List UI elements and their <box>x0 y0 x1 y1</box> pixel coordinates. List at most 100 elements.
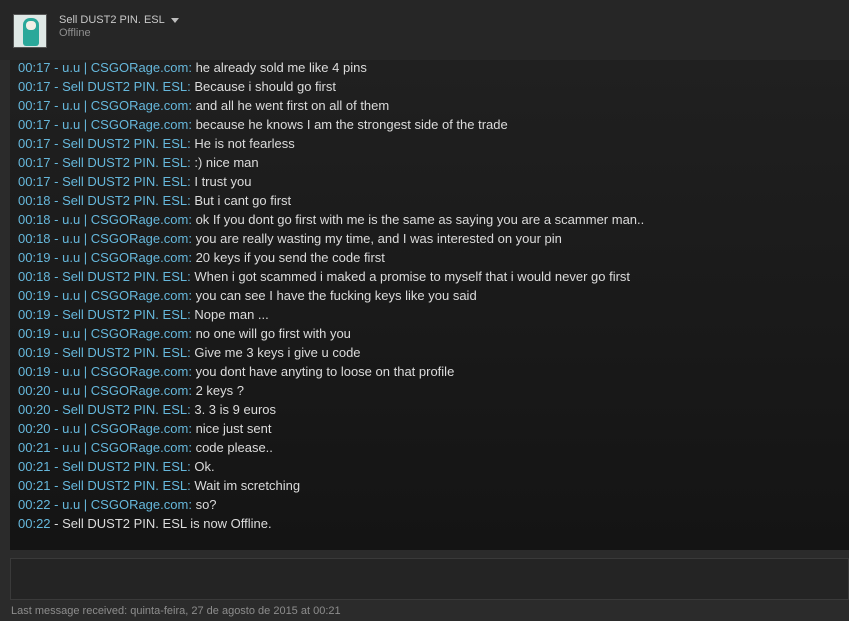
contact-name-label: Sell DUST2 PIN. ESL <box>59 14 165 26</box>
message-text: you are really wasting my time, and I wa… <box>195 231 562 246</box>
avatar[interactable] <box>13 14 47 48</box>
message-meta: 00:17 - u.u | CSGORage.com: <box>18 60 196 75</box>
message-sender[interactable]: u.u | CSGORage.com <box>62 250 188 265</box>
message-time: 00:21 <box>18 440 51 455</box>
message-text: 20 keys if you send the code first <box>195 250 385 265</box>
message-sender[interactable]: u.u | CSGORage.com <box>62 326 188 341</box>
message-sender[interactable]: Sell DUST2 PIN. ESL <box>62 478 187 493</box>
message-time: 00:19 <box>18 250 51 265</box>
chat-message: 00:17 - Sell DUST2 PIN. ESL: I trust you <box>18 172 644 191</box>
chat-message: 00:17 - u.u | CSGORage.com: because he k… <box>18 115 644 134</box>
chat-message: 00:22 - u.u | CSGORage.com: so? <box>18 495 644 514</box>
message-text: nice just sent <box>195 421 272 436</box>
message-sender[interactable]: Sell DUST2 PIN. ESL <box>62 193 187 208</box>
chat-message: 00:18 - u.u | CSGORage.com: ok If you do… <box>18 210 644 229</box>
message-text: Wait im scretching <box>194 478 301 493</box>
message-text: because he knows I am the strongest side… <box>195 117 508 132</box>
message-sender[interactable]: Sell DUST2 PIN. ESL <box>62 155 187 170</box>
message-time: 00:17 <box>18 136 51 151</box>
chat-message: 00:18 - Sell DUST2 PIN. ESL: When i got … <box>18 267 644 286</box>
chat-message: 00:20 - u.u | CSGORage.com: 2 keys ? <box>18 381 644 400</box>
message-meta: 00:19 - u.u | CSGORage.com: <box>18 326 196 341</box>
message-text: 3. 3 is 9 euros <box>194 402 276 417</box>
message-meta: 00:20 - u.u | CSGORage.com: <box>18 383 196 398</box>
message-time: 00:20 <box>18 402 51 417</box>
chat-message: 00:17 - Sell DUST2 PIN. ESL: :) nice man <box>18 153 644 172</box>
message-text: so? <box>195 497 217 512</box>
message-sender[interactable]: Sell DUST2 PIN. ESL <box>62 459 187 474</box>
contact-status: Offline <box>59 27 91 39</box>
message-meta: 00:20 - u.u | CSGORage.com: <box>18 421 196 436</box>
system-message-time: 00:22 <box>18 516 51 531</box>
message-sender[interactable]: Sell DUST2 PIN. ESL <box>62 269 187 284</box>
message-time: 00:17 <box>18 117 51 132</box>
message-sender[interactable]: u.u | CSGORage.com <box>62 98 188 113</box>
chat-message: 00:18 - u.u | CSGORage.com: you are real… <box>18 229 644 248</box>
message-text: you can see I have the fucking keys like… <box>195 288 477 303</box>
message-time: 00:18 <box>18 269 51 284</box>
chat-message: 00:19 - Sell DUST2 PIN. ESL: Nope man ..… <box>18 305 644 324</box>
message-text: Give me 3 keys i give u code <box>194 345 361 360</box>
message-text: Nope man ... <box>194 307 269 322</box>
message-meta: 00:21 - Sell DUST2 PIN. ESL: <box>18 478 195 493</box>
message-time: 00:18 <box>18 231 51 246</box>
message-text: Because i should go first <box>194 79 336 94</box>
message-time: 00:21 <box>18 478 51 493</box>
message-meta: 00:19 - u.u | CSGORage.com: <box>18 250 196 265</box>
message-meta: 00:19 - Sell DUST2 PIN. ESL: <box>18 345 195 360</box>
chat-log[interactable]: 00:17 - u.u | CSGORage.com: he already s… <box>10 60 849 550</box>
message-sender[interactable]: u.u | CSGORage.com <box>62 421 188 436</box>
message-time: 00:17 <box>18 155 51 170</box>
system-message: 00:22 - Sell DUST2 PIN. ESL is now Offli… <box>18 514 644 533</box>
message-time: 00:17 <box>18 174 51 189</box>
message-time: 00:17 <box>18 79 51 94</box>
message-sender[interactable]: u.u | CSGORage.com <box>62 231 188 246</box>
message-time: 00:20 <box>18 383 51 398</box>
message-sender[interactable]: Sell DUST2 PIN. ESL <box>62 79 187 94</box>
message-meta: 00:18 - Sell DUST2 PIN. ESL: <box>18 269 195 284</box>
last-message-received: Last message received: quinta-feira, 27 … <box>11 605 341 617</box>
message-sender[interactable]: u.u | CSGORage.com <box>62 440 188 455</box>
message-text: you dont have anyting to loose on that p… <box>195 364 455 379</box>
message-sender[interactable]: Sell DUST2 PIN. ESL <box>62 136 187 151</box>
message-sender[interactable]: u.u | CSGORage.com <box>62 60 188 75</box>
message-sender[interactable]: u.u | CSGORage.com <box>62 364 188 379</box>
message-input-container[interactable] <box>10 558 849 600</box>
message-time: 00:21 <box>18 459 51 474</box>
message-meta: 00:19 - Sell DUST2 PIN. ESL: <box>18 307 195 322</box>
avatar-face <box>26 21 36 30</box>
message-sender[interactable]: Sell DUST2 PIN. ESL <box>62 174 187 189</box>
message-time: 00:20 <box>18 421 51 436</box>
chevron-down-icon[interactable] <box>170 18 179 23</box>
chat-message: 00:17 - u.u | CSGORage.com: and all he w… <box>18 96 644 115</box>
message-meta: 00:17 - Sell DUST2 PIN. ESL: <box>18 174 195 189</box>
system-message-separator: - <box>50 516 63 531</box>
message-text: he already sold me like 4 pins <box>195 60 367 75</box>
chat-message: 00:19 - u.u | CSGORage.com: you dont hav… <box>18 362 644 381</box>
message-meta: 00:17 - Sell DUST2 PIN. ESL: <box>18 155 195 170</box>
message-text: :) nice man <box>194 155 259 170</box>
message-text: Ok. <box>194 459 215 474</box>
message-sender[interactable]: u.u | CSGORage.com <box>62 288 188 303</box>
chat-message: 00:17 - u.u | CSGORage.com: he already s… <box>18 60 644 77</box>
message-text: 2 keys ? <box>195 383 244 398</box>
message-sender[interactable]: u.u | CSGORage.com <box>62 117 188 132</box>
message-input[interactable] <box>11 559 848 599</box>
chat-message: 00:21 - u.u | CSGORage.com: code please.… <box>18 438 644 457</box>
chat-header: Sell DUST2 PIN. ESL Offline <box>0 0 849 60</box>
chat-message: 00:17 - Sell DUST2 PIN. ESL: Because i s… <box>18 77 644 96</box>
message-sender[interactable]: Sell DUST2 PIN. ESL <box>62 402 187 417</box>
message-time: 00:18 <box>18 212 51 227</box>
message-sender[interactable]: u.u | CSGORage.com <box>62 383 188 398</box>
message-time: 00:19 <box>18 307 51 322</box>
message-time: 00:22 <box>18 497 51 512</box>
message-time: 00:19 <box>18 288 51 303</box>
chat-message: 00:19 - u.u | CSGORage.com: you can see … <box>18 286 644 305</box>
message-sender[interactable]: u.u | CSGORage.com <box>62 497 188 512</box>
message-text: He is not fearless <box>194 136 295 151</box>
message-meta: 00:17 - Sell DUST2 PIN. ESL: <box>18 79 195 94</box>
message-sender[interactable]: Sell DUST2 PIN. ESL <box>62 307 187 322</box>
message-sender[interactable]: Sell DUST2 PIN. ESL <box>62 345 187 360</box>
contact-name[interactable]: Sell DUST2 PIN. ESL <box>59 14 179 26</box>
message-sender[interactable]: u.u | CSGORage.com <box>62 212 188 227</box>
